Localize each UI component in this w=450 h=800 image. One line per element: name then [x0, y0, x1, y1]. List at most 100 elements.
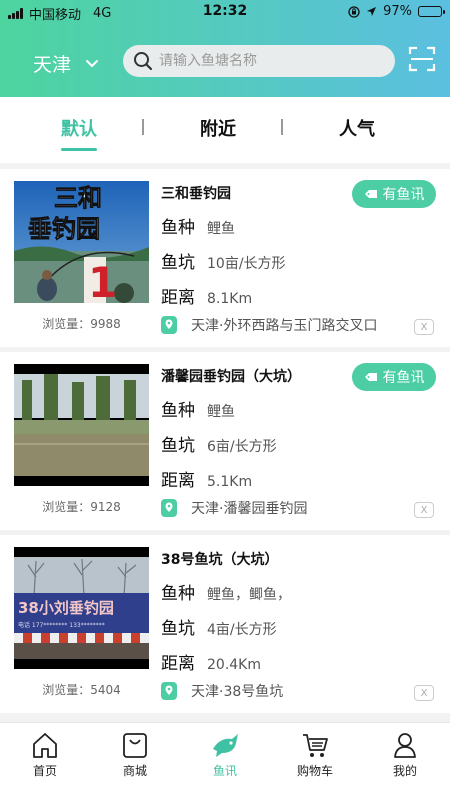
- header: 中国移动 4G 12:32 97% 天津: [0, 0, 450, 97]
- view-count: 浏览量：9128: [14, 498, 149, 515]
- tab-divider: [281, 119, 283, 135]
- location-arrow-icon: [367, 7, 377, 16]
- distance-value: 5.1Km: [207, 474, 253, 490]
- close-button[interactable]: X: [414, 685, 434, 701]
- tab-home-label: 首页: [32, 764, 57, 778]
- home-icon: [33, 733, 57, 758]
- badge-label: 有鱼讯: [382, 370, 425, 386]
- fish-news-badge[interactable]: 有鱼讯: [352, 180, 436, 208]
- tab-nearby[interactable]: 附近: [200, 115, 236, 141]
- location-pin-icon: [161, 682, 177, 700]
- city-selector[interactable]: 天津: [33, 50, 99, 77]
- sort-tabs: 默认 附近 人气: [0, 97, 450, 163]
- svg-text:垂钓园: 垂钓园: [28, 215, 100, 243]
- species-row: 鱼种 鲤鱼: [161, 396, 235, 421]
- views-label: 浏览量：: [42, 317, 91, 331]
- pond-photo: 38小刘垂钓园 电话 177******** 133********: [14, 547, 149, 669]
- species-value: 鲤鱼: [207, 404, 235, 420]
- pit-row: 鱼坑 6亩/长方形: [161, 431, 277, 456]
- battery-percent: 97%: [383, 4, 412, 19]
- views-label: 浏览量：: [42, 683, 91, 697]
- views-label: 浏览量：: [42, 500, 91, 514]
- address-text: 天津·潘馨园垂钓园: [191, 501, 308, 517]
- fish-icon: [213, 734, 238, 757]
- species-key: 鱼种: [161, 218, 195, 238]
- pond-name: 38号鱼坑（大坑）: [161, 552, 279, 568]
- pit-value: 10亩/长方形: [207, 256, 286, 272]
- tab-shop[interactable]: 商城: [105, 731, 165, 779]
- fish-news-icon: [364, 373, 377, 381]
- tab-popular[interactable]: 人气: [339, 115, 375, 141]
- fish-news-icon: [364, 190, 377, 198]
- species-key: 鱼种: [161, 584, 195, 604]
- distance-row: 距离 20.4Km: [161, 649, 261, 674]
- tab-divider: [142, 119, 144, 135]
- location-pin-icon: [161, 316, 177, 334]
- search-bar[interactable]: [123, 45, 395, 77]
- views-value: 5404: [90, 683, 121, 697]
- tab-default[interactable]: 默认: [61, 115, 97, 151]
- address-text: 天津·38号鱼坑: [191, 684, 284, 700]
- fish-news-badge[interactable]: 有鱼讯: [352, 363, 436, 391]
- battery-icon: [418, 6, 445, 17]
- address-text: 天津·外环西路与玉门路交叉口: [191, 318, 378, 334]
- species-value: 鲤鱼，鲫鱼，: [207, 587, 291, 603]
- pond-card[interactable]: 浏览量：9128 潘馨园垂钓园（大坑） 有鱼讯 鱼种 鲤鱼 鱼坑 6亩/长方形 距离…: [0, 352, 450, 530]
- pond-photo: [14, 364, 149, 486]
- badge-label: 有鱼讯: [382, 187, 425, 203]
- profile-icon: [394, 733, 416, 758]
- view-count: 浏览量：9988: [14, 315, 149, 332]
- views-value: 9988: [90, 317, 121, 331]
- pit-row: 鱼坑 4亩/长方形: [161, 614, 277, 639]
- pit-row: 鱼坑 10亩/长方形: [161, 248, 286, 273]
- location-pin-icon: [161, 499, 177, 517]
- pit-key: 鱼坑: [161, 253, 195, 273]
- pit-value: 6亩/长方形: [207, 439, 277, 455]
- svg-text:三和: 三和: [54, 184, 102, 212]
- status-bar: 中国移动 4G 12:32 97%: [0, 0, 450, 24]
- tab-fish-news[interactable]: 鱼讯: [195, 731, 255, 779]
- chevron-down-icon: [86, 59, 99, 67]
- svg-text:38小刘垂钓园: 38小刘垂钓园: [18, 599, 114, 617]
- tab-cart[interactable]: 购物车: [285, 731, 345, 779]
- distance-value: 20.4Km: [207, 657, 261, 673]
- address-row[interactable]: 天津·潘馨园垂钓园: [161, 498, 307, 518]
- close-button[interactable]: X: [414, 502, 434, 518]
- svg-text:1: 1: [88, 258, 117, 303]
- tab-profile-label: 我的: [392, 764, 417, 778]
- pond-name: 潘馨园垂钓园（大坑）: [161, 369, 301, 385]
- address-row[interactable]: 天津·38号鱼坑: [161, 681, 283, 701]
- distance-row: 距离 8.1Km: [161, 283, 252, 308]
- cart-icon: [303, 734, 328, 757]
- species-row: 鱼种 鲤鱼，鲫鱼，: [161, 579, 291, 604]
- pond-photo: 三和 垂钓园 1: [14, 181, 149, 303]
- tab-home[interactable]: 首页: [15, 731, 75, 779]
- close-button[interactable]: X: [414, 319, 434, 335]
- view-count: 浏览量：5404: [14, 681, 149, 698]
- distance-key: 距离: [161, 471, 195, 491]
- svg-text:电话 177******** 133********: 电话 177******** 133********: [18, 621, 105, 629]
- views-value: 9128: [90, 500, 121, 514]
- scan-icon[interactable]: [408, 45, 436, 73]
- tab-profile[interactable]: 我的: [375, 731, 435, 779]
- species-value: 鲤鱼: [207, 221, 235, 237]
- bottom-tab-bar: 首页 商城 鱼讯 购物车 我的: [0, 722, 450, 800]
- distance-key: 距离: [161, 288, 195, 308]
- tab-shop-label: 商城: [122, 764, 147, 778]
- distance-key: 距离: [161, 654, 195, 674]
- search-input[interactable]: [159, 53, 379, 69]
- species-key: 鱼种: [161, 401, 195, 421]
- tab-fish-news-label: 鱼讯: [212, 764, 237, 778]
- pit-key: 鱼坑: [161, 436, 195, 456]
- pit-key: 鱼坑: [161, 619, 195, 639]
- tab-cart-label: 购物车: [296, 764, 333, 778]
- address-row[interactable]: 天津·外环西路与玉门路交叉口: [161, 315, 377, 335]
- search-icon: [134, 52, 153, 71]
- pond-card[interactable]: 三和 垂钓园 1 浏览量：9988 三和垂钓园 有鱼讯 鱼种 鲤鱼 鱼坑 10亩/长…: [0, 169, 450, 347]
- species-row: 鱼种 鲤鱼: [161, 213, 235, 238]
- shop-bag-icon: [123, 733, 147, 758]
- pond-card[interactable]: 38小刘垂钓园 电话 177******** 133******** 浏览量：5…: [0, 535, 450, 713]
- distance-row: 距离 5.1Km: [161, 466, 252, 491]
- city-label: 天津: [33, 54, 72, 76]
- pond-name: 三和垂钓园: [161, 186, 231, 202]
